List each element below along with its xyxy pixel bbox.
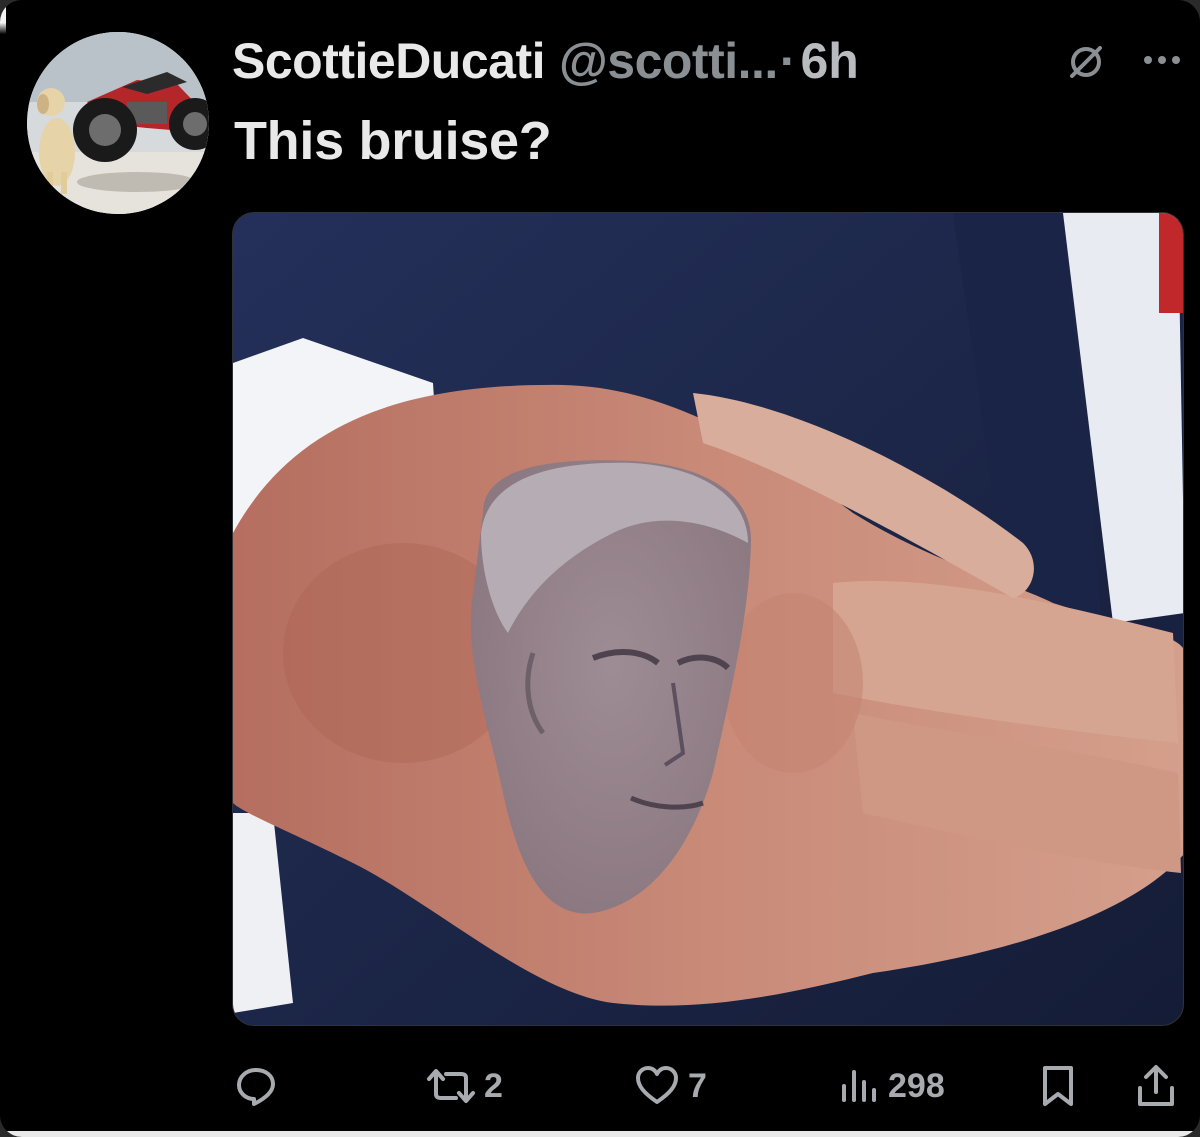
- post-time[interactable]: 6h: [800, 32, 858, 90]
- separator-dot: ·: [779, 33, 797, 89]
- reply-button[interactable]: [234, 1058, 286, 1114]
- post-image[interactable]: [232, 212, 1184, 1026]
- bookmark-button[interactable]: [1040, 1058, 1076, 1114]
- left-edge: [0, 0, 6, 1137]
- hand-photo: [233, 213, 1183, 1025]
- views-icon: [842, 1070, 876, 1102]
- repost-button[interactable]: 2: [426, 1058, 503, 1114]
- like-count: 7: [688, 1066, 707, 1105]
- display-name[interactable]: ScottieDucati: [232, 32, 546, 90]
- repost-icon: [427, 1069, 475, 1103]
- user-handle[interactable]: @scotti...: [559, 32, 778, 90]
- grok-icon[interactable]: [1066, 42, 1106, 82]
- reply-icon: [237, 1068, 275, 1106]
- share-button[interactable]: [1136, 1058, 1176, 1114]
- views-button[interactable]: 298: [836, 1058, 945, 1114]
- repost-count: 2: [484, 1066, 503, 1105]
- heart-icon: [636, 1066, 678, 1104]
- post-text: This bruise?: [234, 111, 552, 171]
- bookmark-icon: [1043, 1066, 1073, 1106]
- tweet-header: ScottieDucati @scotti... · 6h: [232, 30, 859, 92]
- action-bar: 2 7 298: [0, 1058, 1200, 1114]
- like-button[interactable]: 7: [634, 1058, 707, 1114]
- avatar-image: [27, 32, 209, 214]
- view-count: 298: [888, 1066, 945, 1105]
- tweet-card: ScottieDucati @scotti... · 6h This bruis…: [0, 0, 1200, 1137]
- more-icon[interactable]: [1140, 50, 1184, 70]
- share-icon: [1138, 1065, 1174, 1106]
- bottom-edge: [0, 1131, 1200, 1137]
- avatar[interactable]: [27, 32, 209, 214]
